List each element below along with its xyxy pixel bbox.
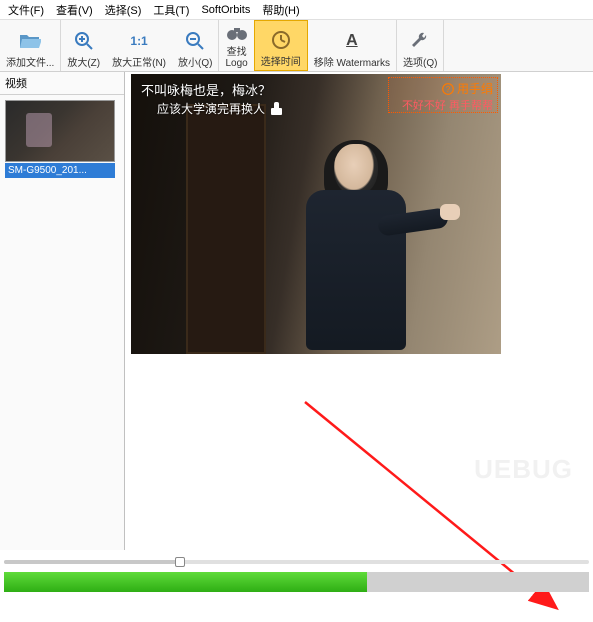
- help-hint: ? 用手绢: [442, 80, 493, 97]
- sidebar: 视频 SM-G9500_201...: [0, 72, 125, 550]
- svg-text:?: ?: [446, 85, 451, 94]
- zoom-in-icon: [74, 28, 94, 54]
- video-caption-top: 不叫咏梅也是，梅冰？: [141, 80, 271, 99]
- wrench-icon: [410, 28, 430, 54]
- menu-softorbits[interactable]: SoftOrbits: [195, 2, 256, 18]
- options-button[interactable]: 选项(Q): [397, 20, 443, 71]
- select-time-button[interactable]: 选择时间: [254, 20, 308, 71]
- remove-watermarks-button[interactable]: A 移除 Watermarks: [308, 20, 396, 71]
- zoom-out-button[interactable]: 放小(Q): [172, 20, 218, 71]
- thumbnail-image: [5, 100, 115, 162]
- overlay-watermark-text: 不好不好 再手帮帮: [402, 97, 493, 113]
- video-thumbnail[interactable]: SM-G9500_201...: [0, 95, 124, 183]
- menu-help[interactable]: 帮助(H): [256, 0, 305, 20]
- thumbnail-label: SM-G9500_201...: [5, 163, 115, 178]
- text-a-icon: A: [346, 28, 358, 54]
- video-frame[interactable]: 不叫咏梅也是，梅冰？ 应该大学演完再换人 ? 用手绢 不好不好 再手帮帮: [131, 74, 501, 354]
- page-watermark: UEBUG: [474, 454, 573, 485]
- zoom-normal-button[interactable]: 1:1 放大正常(N): [106, 20, 172, 71]
- find-logo-button[interactable]: 查找 Logo: [219, 20, 253, 71]
- processing-progress-bar: [4, 572, 589, 592]
- menubar: 文件(F) 查看(V) 选择(S) 工具(T) SoftOrbits 帮助(H): [0, 0, 593, 20]
- add-files-button[interactable]: 添加文件...: [0, 20, 60, 71]
- menu-view[interactable]: 查看(V): [50, 0, 99, 20]
- toolbar: 添加文件... 放大(Z) 1:1 放大正常(N) 放小(Q) 查找 Logo: [0, 20, 593, 72]
- clock-icon: [271, 27, 291, 53]
- menu-select[interactable]: 选择(S): [99, 0, 148, 20]
- ratio-icon: 1:1: [130, 28, 147, 54]
- video-caption-sub: 应该大学演完再换人: [157, 100, 285, 117]
- sidebar-header: 视频: [0, 72, 124, 95]
- progress-area: [0, 548, 593, 600]
- preview-pane: 不叫咏梅也是，梅冰？ 应该大学演完再换人 ? 用手绢 不好不好 再手帮帮 UEB…: [125, 72, 593, 550]
- zoom-out-icon: [185, 28, 205, 54]
- binoculars-icon: [226, 22, 248, 43]
- timeline-knob[interactable]: [175, 557, 185, 567]
- menu-tools[interactable]: 工具(T): [147, 0, 195, 20]
- content-area: 视频 SM-G9500_201... 不叫咏梅也是，梅冰？ 应该大学演完再换人 …: [0, 72, 593, 550]
- folder-open-icon: [19, 28, 41, 54]
- thumbs-up-icon: [271, 102, 285, 116]
- watermark-selection-box[interactable]: ? 用手绢 不好不好 再手帮帮: [388, 77, 498, 113]
- timeline-slider[interactable]: [4, 560, 589, 564]
- menu-file[interactable]: 文件(F): [2, 0, 50, 20]
- zoom-in-button[interactable]: 放大(Z): [61, 20, 106, 71]
- question-icon: ?: [442, 83, 454, 95]
